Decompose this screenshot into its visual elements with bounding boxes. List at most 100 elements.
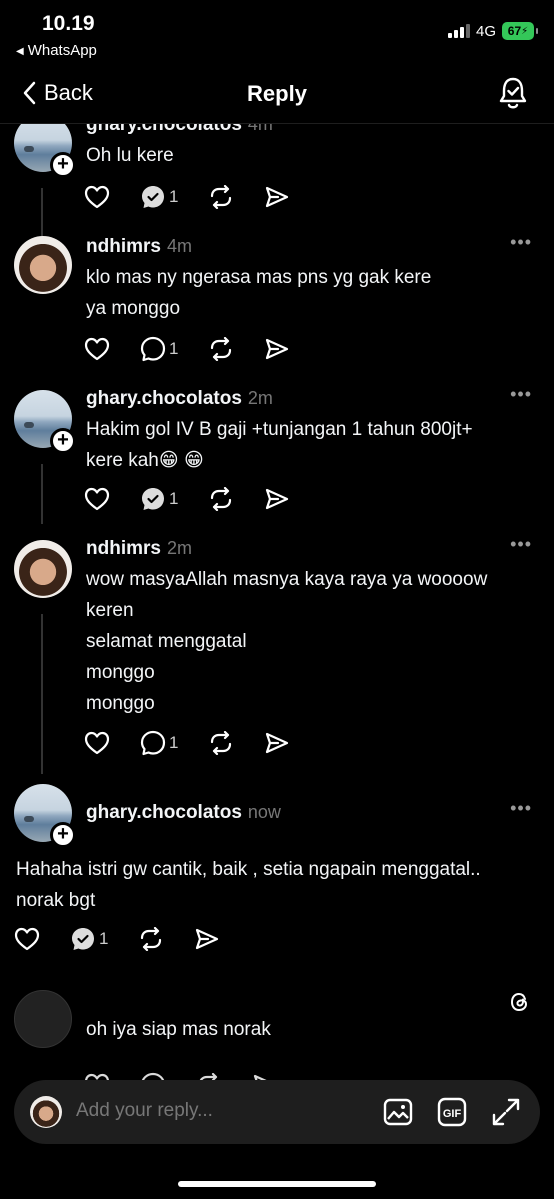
repost-button[interactable] xyxy=(208,731,234,755)
more-options-button[interactable]: ••• xyxy=(510,384,532,405)
post-time: 4m xyxy=(166,236,192,256)
follow-plus-button[interactable]: + xyxy=(50,822,76,848)
repost-button[interactable] xyxy=(208,487,234,511)
repost-icon xyxy=(211,731,232,755)
comment-icon xyxy=(140,336,166,362)
battery-level: 67 xyxy=(507,24,522,38)
send-icon xyxy=(266,488,289,510)
post-username[interactable]: ndhimrs 2m xyxy=(86,538,192,560)
more-options-button[interactable]: ••• xyxy=(510,798,532,819)
gif-icon[interactable]: GIF xyxy=(436,1096,468,1128)
follow-plus-button[interactable]: + xyxy=(50,428,76,454)
comment-icon xyxy=(141,1072,165,1080)
repost-button[interactable] xyxy=(208,185,234,209)
repost-icon xyxy=(199,1073,218,1080)
avatar[interactable] xyxy=(14,540,72,598)
repost-button[interactable] xyxy=(208,337,234,361)
post-line: wow masyaAllah masnya kaya raya ya woooo… xyxy=(86,569,488,590)
post-actions xyxy=(84,1070,308,1080)
post-actions: 1 xyxy=(84,182,320,212)
avatar[interactable] xyxy=(14,236,72,294)
back-to-app-link[interactable]: ◀ WhatsApp xyxy=(16,42,97,59)
send-icon xyxy=(266,186,289,208)
post-line: kere kah😁 😁 xyxy=(86,450,204,471)
reply-button[interactable]: 1 xyxy=(140,730,178,756)
heart-icon xyxy=(84,487,110,511)
more-options-button[interactable]: ••• xyxy=(510,232,532,253)
like-button[interactable] xyxy=(84,487,110,511)
like-button[interactable] xyxy=(14,927,40,951)
heart-icon xyxy=(84,1073,110,1080)
image-icon[interactable] xyxy=(382,1096,414,1128)
thread-line xyxy=(41,464,43,524)
post-line: monggo xyxy=(86,693,155,714)
draft-text: oh iya siap mas norak xyxy=(86,1019,271,1040)
post-line: ya monggo xyxy=(86,298,181,319)
like-button[interactable] xyxy=(84,185,110,209)
repost-button[interactable] xyxy=(196,1073,222,1080)
post-username[interactable]: ghary.chocolatos now xyxy=(86,802,281,824)
share-button[interactable] xyxy=(252,1073,278,1080)
post-actions: 1 xyxy=(84,728,320,758)
post-line: Oh lu kere xyxy=(86,145,174,166)
reply-thread: + ghary.chocolatos 4m ••• Oh lu kere 1 nd… xyxy=(0,124,554,1080)
post-time: 4m xyxy=(247,124,273,134)
post-time: now xyxy=(247,802,281,822)
post-actions: 1 xyxy=(14,924,250,954)
share-button[interactable] xyxy=(264,731,290,755)
post-line: keren xyxy=(86,600,134,621)
bell-check-icon[interactable] xyxy=(498,76,528,110)
like-button[interactable] xyxy=(84,1073,110,1080)
share-button[interactable] xyxy=(264,185,290,209)
replied-bubble-icon xyxy=(142,186,164,208)
page-title: Reply xyxy=(247,81,307,106)
send-icon xyxy=(253,1074,267,1080)
repost-icon xyxy=(211,487,232,511)
share-button[interactable] xyxy=(264,337,290,361)
signal-icon xyxy=(447,24,470,38)
replied-bubble-icon xyxy=(72,928,94,950)
username-text: ndhimrs xyxy=(86,236,161,257)
reply-input[interactable]: Add your reply... xyxy=(76,1100,213,1122)
repost-icon xyxy=(211,337,232,361)
post-time: 2m xyxy=(247,388,273,408)
battery-icon: 67 ⚡ xyxy=(502,22,538,40)
expand-icon[interactable] xyxy=(490,1096,522,1128)
post-text: klo mas ny ngerasa mas pns yg gak kere y… xyxy=(86,262,431,324)
heart-icon xyxy=(84,731,110,755)
more-options-button[interactable]: ••• xyxy=(510,534,532,555)
avatar xyxy=(14,990,72,1048)
reply-button[interactable]: 1 xyxy=(140,336,178,362)
reply-count: 1 xyxy=(99,929,109,948)
like-button[interactable] xyxy=(84,337,110,361)
replied-bubble-icon xyxy=(142,488,164,510)
send-icon xyxy=(266,338,289,360)
post-username[interactable]: ndhimrs 4m xyxy=(86,236,192,258)
post-username[interactable]: ghary.chocolatos 2m xyxy=(86,388,273,410)
repost-button[interactable] xyxy=(138,927,164,951)
status-bar: 10.19 ◀ WhatsApp 4G 67 ⚡ xyxy=(0,0,554,66)
follow-plus-button[interactable]: + xyxy=(50,152,76,178)
post-line: klo mas ny ngerasa mas pns yg gak kere xyxy=(86,267,432,288)
post-username[interactable]: ghary.chocolatos 4m xyxy=(86,124,273,136)
reply-button[interactable]: 1 xyxy=(70,926,108,952)
thread-line xyxy=(41,614,43,774)
reply-button[interactable]: 1 xyxy=(140,184,178,210)
my-avatar xyxy=(30,1096,62,1128)
username-text: ghary.chocolatos xyxy=(86,802,242,823)
like-button[interactable] xyxy=(84,731,110,755)
share-button[interactable] xyxy=(194,927,220,951)
username-text: ghary.chocolatos xyxy=(86,124,242,135)
repost-icon xyxy=(211,185,232,209)
back-app-label: WhatsApp xyxy=(27,42,97,59)
username-text: ghary.chocolatos xyxy=(86,388,242,409)
reply-button[interactable]: 1 xyxy=(140,486,178,512)
post-line: Hahaha istri gw cantik, baik , setia nga… xyxy=(16,859,481,880)
reply-button[interactable] xyxy=(140,1072,166,1080)
heart-icon xyxy=(84,185,110,209)
network-type: 4G xyxy=(475,22,496,40)
reply-composer[interactable]: Add your reply... GIF xyxy=(14,1080,540,1144)
post-time: 2m xyxy=(166,538,192,558)
share-button[interactable] xyxy=(264,487,290,511)
more-options-button[interactable]: ••• xyxy=(510,124,532,131)
